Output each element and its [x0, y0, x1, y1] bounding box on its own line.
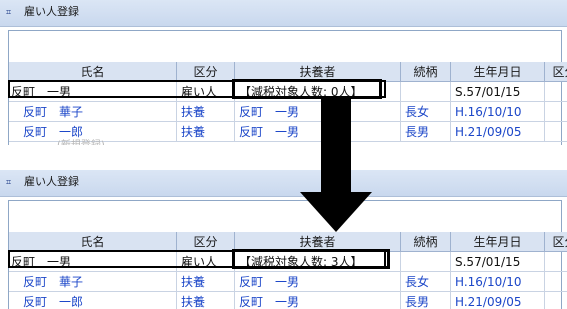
screenshot-before: ⌗ 雇い人登録 氏名 区分 扶養者 続柄 生年月日 区分 反町 一男 雇い人 【…: [0, 0, 567, 145]
header-zokugara[interactable]: 続柄: [401, 62, 451, 82]
cell-name: 反町 華子: [9, 102, 177, 122]
app-window-icon: ⌗: [6, 8, 12, 18]
cell-birthdate: H.21/09/05: [451, 292, 545, 309]
cell-kubun: 扶養: [177, 272, 235, 292]
screenshot-after: ⌗ 雇い人登録 氏名 区分 扶養者 続柄 生年月日 区分 反町 一男 雇い人 【…: [0, 170, 567, 309]
cell-kubun: 扶養: [177, 122, 235, 142]
header-birthdate[interactable]: 生年月日: [451, 62, 545, 82]
filter-area: [9, 201, 561, 232]
header-kubun2[interactable]: 区分: [545, 232, 567, 252]
header-name[interactable]: 氏名: [9, 62, 177, 82]
cell-fuyosha: 反町 一男: [235, 292, 401, 309]
cell-zokugara: 長男: [401, 122, 451, 142]
header-kubun[interactable]: 区分: [177, 62, 235, 82]
cell-kubun2: [545, 122, 567, 142]
filter-area: [9, 31, 561, 62]
window-title: 雇い人登録: [24, 175, 79, 188]
highlight-count-box: [232, 249, 390, 269]
new-entry-hint: (新規登録): [57, 136, 105, 145]
cell-zokugara: [401, 252, 451, 272]
cell-birthdate: H.16/10/10: [451, 102, 545, 122]
cell-birthdate: H.21/09/05: [451, 122, 545, 142]
cell-kubun: 扶養: [177, 102, 235, 122]
app-window-icon: ⌗: [6, 178, 12, 188]
cell-zokugara: 長女: [401, 102, 451, 122]
cell-name: 反町 一郎: [9, 292, 177, 309]
cell-kubun2: [545, 102, 567, 122]
cell-kubun2: [545, 292, 567, 309]
window-title: 雇い人登録: [24, 5, 79, 18]
cell-kubun2: [545, 252, 567, 272]
header-birthdate[interactable]: 生年月日: [451, 232, 545, 252]
cell-fuyosha: 反町 一男: [235, 122, 401, 142]
header-name[interactable]: 氏名: [9, 232, 177, 252]
cell-birthdate: H.16/10/10: [451, 272, 545, 292]
cell-fuyosha: 反町 一男: [235, 102, 401, 122]
arrow-head-icon: [300, 192, 372, 232]
cell-kubun2: [545, 82, 567, 102]
highlight-count-box: [232, 79, 382, 99]
window-title-bar: ⌗ 雇い人登録: [0, 170, 567, 197]
window-title-bar: ⌗ 雇い人登録: [0, 0, 567, 27]
cell-birthdate: S.57/01/15: [451, 82, 545, 102]
cell-birthdate: S.57/01/15: [451, 252, 545, 272]
cell-zokugara: 長男: [401, 292, 451, 309]
cell-zokugara: [401, 82, 451, 102]
cell-name: 反町 華子: [9, 272, 177, 292]
cell-kubun2: [545, 272, 567, 292]
header-kubun2[interactable]: 区分: [545, 62, 567, 82]
cell-kubun: 扶養: [177, 292, 235, 309]
header-kubun[interactable]: 区分: [177, 232, 235, 252]
arrow-down-icon: [321, 98, 351, 194]
header-zokugara[interactable]: 続柄: [401, 232, 451, 252]
cell-zokugara: 長女: [401, 272, 451, 292]
cell-fuyosha: 反町 一男: [235, 272, 401, 292]
